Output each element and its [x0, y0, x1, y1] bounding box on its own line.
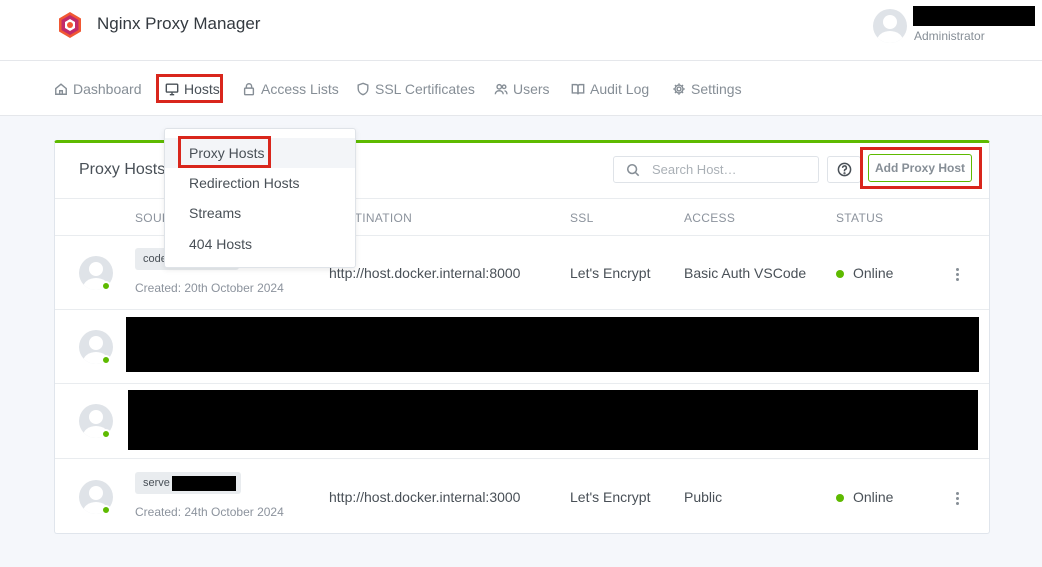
nav-dashboard-label: Dashboard — [73, 81, 142, 97]
book-icon — [571, 83, 585, 95]
shield-icon — [357, 82, 369, 96]
destination-cell: http://host.docker.internal:8000 — [329, 265, 521, 281]
lock-icon — [243, 83, 255, 96]
top-header: Nginx Proxy Manager Administrator — [0, 0, 1042, 61]
nav-users-label: Users — [513, 81, 550, 97]
column-header-ssl: SSL — [570, 211, 594, 225]
row-divider — [55, 458, 989, 459]
redacted-row-content — [128, 390, 978, 450]
app-logo-icon[interactable] — [56, 11, 84, 39]
access-cell: Basic Auth VSCode — [684, 265, 807, 281]
user-name-redacted[interactable] — [913, 6, 1035, 26]
menu-item-404-hosts[interactable]: 404 Hosts — [165, 229, 355, 259]
nav-access-lists[interactable]: Access Lists — [242, 78, 339, 100]
nav-settings[interactable]: Settings — [672, 78, 742, 100]
access-cell: Public — [684, 489, 723, 505]
nav-audit-log[interactable]: Audit Log — [571, 78, 649, 100]
status-cell: Online — [853, 265, 894, 281]
nav-ssl-label: SSL Certificates — [375, 81, 475, 97]
main-nav: Dashboard Hosts Access Lists SSL Certifi… — [0, 61, 1042, 116]
status-cell: Online — [853, 489, 894, 505]
created-date: Created: 24th October 2024 — [135, 505, 284, 519]
owner-online-dot — [101, 281, 111, 291]
app-title[interactable]: Nginx Proxy Manager — [97, 14, 260, 34]
nav-settings-label: Settings — [691, 81, 742, 97]
users-icon — [494, 83, 508, 95]
menu-item-streams[interactable]: Streams — [165, 198, 355, 228]
add-proxy-host-button[interactable]: Add Proxy Host — [868, 154, 972, 182]
nav-dashboard[interactable]: Dashboard — [54, 78, 142, 100]
nav-access-lists-label: Access Lists — [261, 81, 339, 97]
redacted-row-content — [126, 317, 979, 372]
column-header-access: ACCESS — [684, 211, 736, 225]
search-input[interactable] — [652, 160, 812, 179]
nav-hosts[interactable]: Hosts — [165, 78, 220, 100]
row-menu-icon[interactable] — [956, 268, 960, 283]
hosts-dropdown-menu: Proxy Hosts Redirection Hosts Streams 40… — [164, 128, 356, 268]
help-button[interactable] — [827, 156, 861, 183]
home-icon — [55, 83, 67, 95]
row-divider — [55, 309, 989, 310]
source-domain-text: serve — [143, 477, 170, 489]
ssl-cell: Let's Encrypt — [570, 489, 651, 505]
search-box[interactable] — [613, 156, 819, 183]
user-role: Administrator — [914, 29, 985, 43]
ssl-cell: Let's Encrypt — [570, 265, 651, 281]
search-icon — [626, 163, 640, 177]
question-icon — [837, 162, 852, 177]
column-header-status: STATUS — [836, 211, 884, 225]
user-avatar[interactable] — [873, 9, 907, 43]
source-domain-tag[interactable]: serve — [135, 472, 241, 494]
row-divider — [55, 383, 989, 384]
source-redacted — [172, 476, 236, 491]
destination-cell: http://host.docker.internal:3000 — [329, 489, 521, 505]
owner-online-dot — [101, 505, 111, 515]
gear-icon — [673, 83, 685, 95]
nav-audit-log-label: Audit Log — [590, 81, 650, 97]
created-date: Created: 20th October 2024 — [135, 281, 284, 295]
status-dot — [836, 270, 844, 278]
monitor-icon — [165, 83, 179, 96]
card-title: Proxy Hosts — [79, 161, 166, 178]
status-dot — [836, 494, 844, 502]
menu-item-proxy-hosts[interactable]: Proxy Hosts — [165, 138, 355, 168]
row-menu-icon[interactable] — [956, 492, 960, 507]
menu-item-redirection-hosts[interactable]: Redirection Hosts — [165, 168, 355, 198]
owner-online-dot — [101, 355, 111, 365]
owner-online-dot — [101, 429, 111, 439]
nav-users[interactable]: Users — [494, 78, 550, 100]
nav-hosts-label: Hosts — [184, 81, 220, 97]
nav-ssl-certificates[interactable]: SSL Certificates — [356, 78, 475, 100]
